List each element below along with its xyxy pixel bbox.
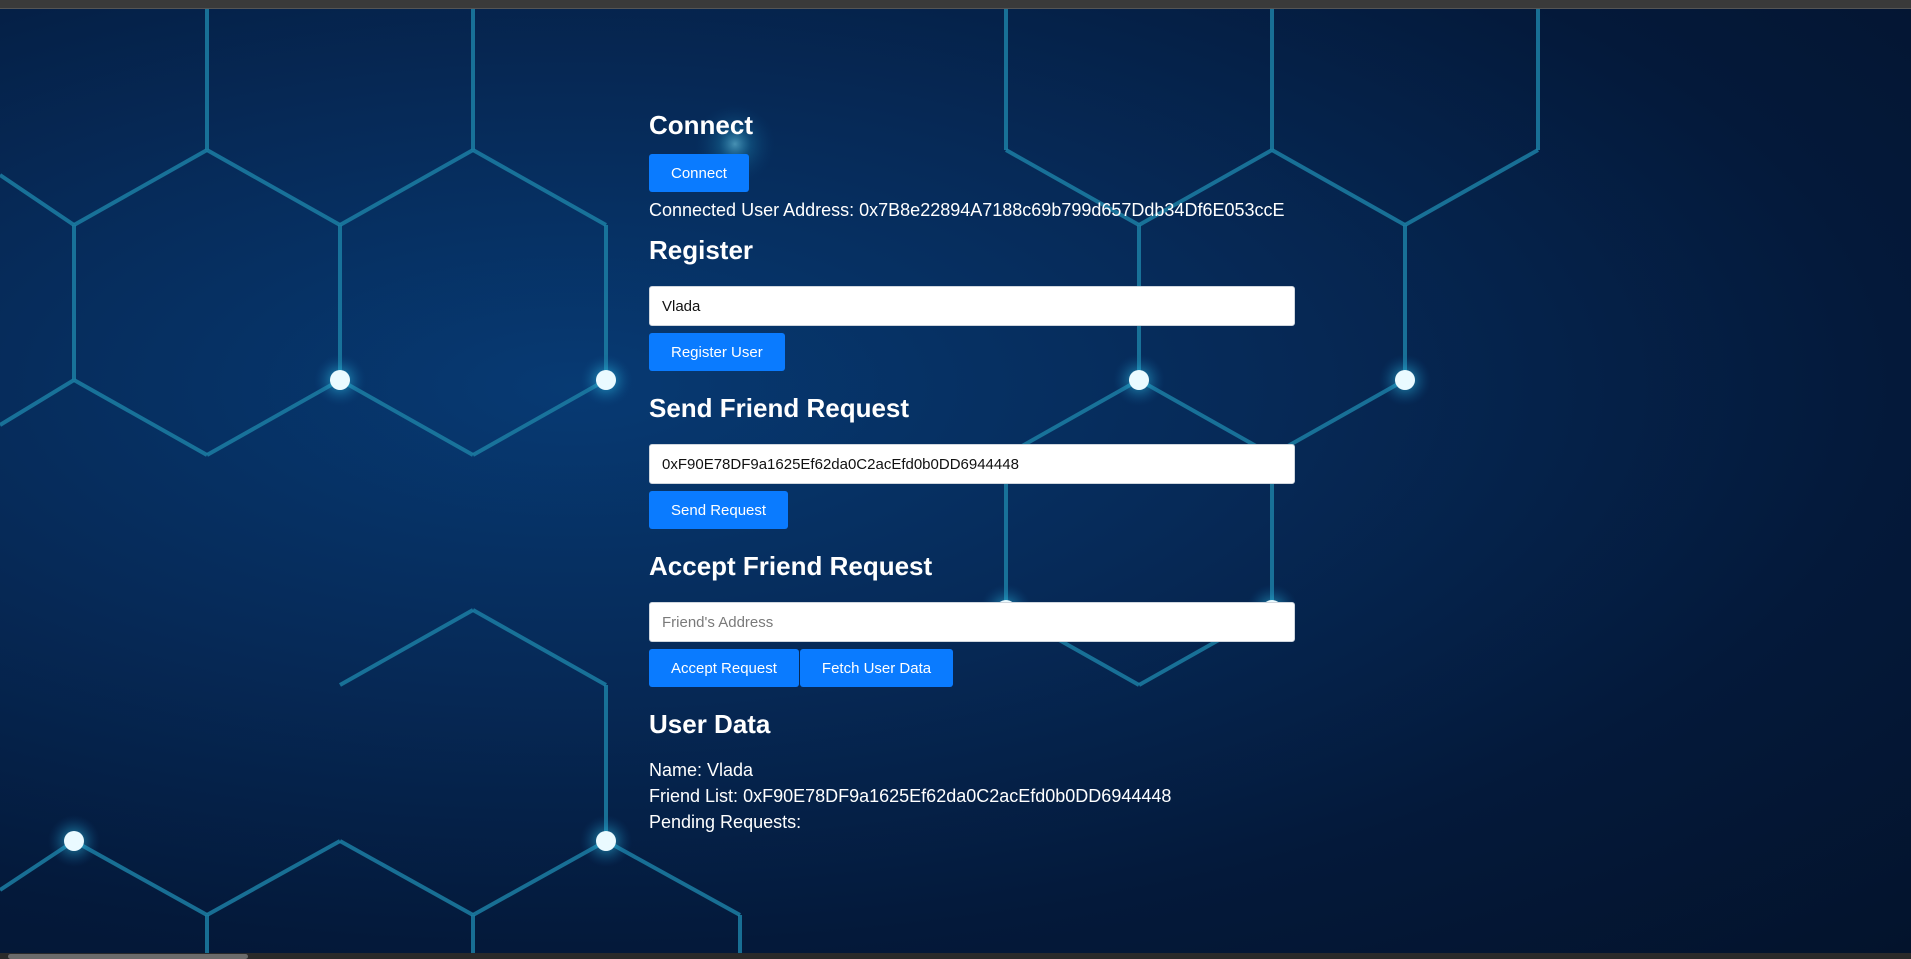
scrollbar-thumb[interactable] <box>8 954 248 959</box>
register-user-button[interactable]: Register User <box>649 333 785 371</box>
friend-address-input[interactable] <box>649 602 1295 642</box>
main-content: Connect Connect Connected User Address: … <box>649 100 1295 833</box>
user-data-section: User Data Name: Vlada Friend List: 0xF90… <box>649 709 1295 833</box>
register-name-input[interactable] <box>649 286 1295 326</box>
send-request-section: Send Friend Request Send Request <box>649 393 1295 529</box>
user-name-value: Vlada <box>707 760 754 780</box>
friend-list-line: Friend List: 0xF90E78DF9a1625Ef62da0C2ac… <box>649 786 1295 807</box>
connected-address-line: Connected User Address: 0x7B8e22894A7188… <box>649 200 1295 221</box>
accept-request-section: Accept Friend Request Accept Request Fet… <box>649 551 1295 687</box>
accept-request-button[interactable]: Accept Request <box>649 649 799 687</box>
fetch-user-data-button[interactable]: Fetch User Data <box>799 649 954 687</box>
connect-button[interactable]: Connect <box>649 154 749 192</box>
browser-top-bar <box>0 0 1911 9</box>
send-request-address-input[interactable] <box>649 444 1295 484</box>
user-name-label: Name: <box>649 760 703 780</box>
friend-list-label: Friend List: <box>649 786 739 806</box>
connect-section: Connect Connect Connected User Address: … <box>649 110 1295 221</box>
connect-heading: Connect <box>649 110 753 140</box>
user-name-line: Name: Vlada <box>649 760 1295 781</box>
accept-request-heading: Accept Friend Request <box>649 551 933 581</box>
pending-requests-label: Pending Requests: <box>649 812 802 832</box>
send-request-button[interactable]: Send Request <box>649 491 789 529</box>
register-heading: Register <box>649 235 754 265</box>
horizontal-scrollbar[interactable] <box>0 953 1911 959</box>
user-data-heading: User Data <box>649 709 771 739</box>
register-section: Register Register User <box>649 235 1295 371</box>
connected-address-label: Connected User Address: <box>649 200 855 220</box>
connected-address-value: 0x7B8e22894A7188c69b799d657Ddb34Df6E053c… <box>859 200 1285 220</box>
pending-requests-line: Pending Requests: <box>649 812 1295 833</box>
send-request-heading: Send Friend Request <box>649 393 910 423</box>
accept-actions: Accept Request Fetch User Data <box>649 649 1295 687</box>
friend-list-value: 0xF90E78DF9a1625Ef62da0C2acEfd0b0DD69444… <box>743 786 1172 806</box>
